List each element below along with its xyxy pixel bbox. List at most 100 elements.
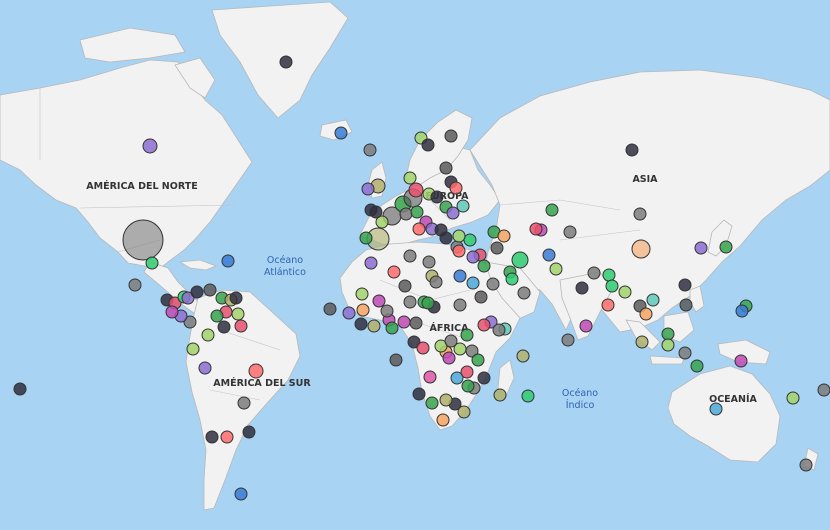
- location-marker[interactable]: [198, 361, 212, 375]
- location-marker[interactable]: [380, 304, 394, 318]
- location-marker[interactable]: [786, 391, 800, 405]
- location-marker[interactable]: [403, 295, 417, 309]
- location-marker[interactable]: [505, 272, 519, 286]
- location-marker[interactable]: [679, 298, 693, 312]
- location-marker[interactable]: [439, 231, 453, 245]
- location-marker[interactable]: [678, 346, 692, 360]
- location-marker[interactable]: [409, 316, 423, 330]
- location-marker[interactable]: [403, 249, 417, 263]
- location-marker[interactable]: [403, 171, 417, 185]
- location-marker[interactable]: [466, 250, 480, 264]
- location-marker[interactable]: [471, 353, 485, 367]
- location-marker[interactable]: [453, 298, 467, 312]
- location-marker[interactable]: [477, 259, 491, 273]
- location-marker[interactable]: [369, 205, 383, 219]
- location-marker[interactable]: [439, 393, 453, 407]
- location-marker[interactable]: [661, 327, 675, 341]
- location-marker[interactable]: [444, 334, 458, 348]
- location-marker[interactable]: [363, 143, 377, 157]
- location-marker[interactable]: [421, 296, 435, 310]
- location-marker[interactable]: [492, 323, 506, 337]
- location-marker[interactable]: [359, 231, 373, 245]
- location-marker[interactable]: [575, 281, 589, 295]
- world-map[interactable]: AMÉRICA DEL NORTE AMÉRICA DEL SUR EUROPA…: [0, 0, 830, 530]
- location-marker[interactable]: [234, 319, 248, 333]
- location-marker[interactable]: [646, 293, 660, 307]
- location-marker[interactable]: [545, 203, 559, 217]
- location-marker[interactable]: [323, 302, 337, 316]
- location-marker[interactable]: [579, 319, 593, 333]
- map-canvas[interactable]: AMÉRICA DEL NORTE AMÉRICA DEL SUR EUROPA…: [0, 0, 830, 530]
- location-marker[interactable]: [460, 328, 474, 342]
- location-marker[interactable]: [521, 389, 535, 403]
- location-marker[interactable]: [460, 365, 474, 379]
- location-marker[interactable]: [205, 430, 219, 444]
- location-marker[interactable]: [399, 207, 413, 221]
- location-marker[interactable]: [221, 254, 235, 268]
- location-marker[interactable]: [408, 182, 424, 198]
- location-marker[interactable]: [354, 317, 368, 331]
- location-marker[interactable]: [421, 138, 435, 152]
- location-marker[interactable]: [229, 291, 243, 305]
- location-marker[interactable]: [364, 256, 378, 270]
- location-marker[interactable]: [449, 181, 463, 195]
- location-marker[interactable]: [452, 244, 466, 258]
- location-marker[interactable]: [466, 276, 480, 290]
- location-marker[interactable]: [429, 275, 443, 289]
- location-marker[interactable]: [511, 251, 529, 269]
- location-marker[interactable]: [385, 321, 399, 335]
- location-marker[interactable]: [422, 255, 436, 269]
- location-marker[interactable]: [436, 413, 450, 427]
- location-marker[interactable]: [217, 320, 231, 334]
- location-marker[interactable]: [678, 278, 692, 292]
- location-marker[interactable]: [165, 305, 179, 319]
- location-marker[interactable]: [561, 333, 575, 347]
- location-marker[interactable]: [477, 318, 491, 332]
- location-marker[interactable]: [142, 138, 158, 154]
- location-marker[interactable]: [201, 328, 215, 342]
- location-marker[interactable]: [799, 458, 813, 472]
- location-marker[interactable]: [279, 55, 293, 69]
- location-marker[interactable]: [122, 219, 164, 261]
- location-marker[interactable]: [430, 190, 444, 204]
- location-marker[interactable]: [334, 126, 348, 140]
- location-marker[interactable]: [456, 199, 470, 213]
- location-marker[interactable]: [355, 287, 369, 301]
- location-marker[interactable]: [356, 303, 370, 317]
- location-marker[interactable]: [439, 161, 453, 175]
- location-marker[interactable]: [631, 239, 651, 259]
- location-marker[interactable]: [372, 294, 386, 308]
- location-marker[interactable]: [242, 425, 256, 439]
- location-marker[interactable]: [423, 370, 437, 384]
- location-marker[interactable]: [410, 205, 424, 219]
- location-marker[interactable]: [497, 229, 511, 243]
- location-marker[interactable]: [493, 388, 507, 402]
- location-marker[interactable]: [474, 290, 488, 304]
- location-marker[interactable]: [398, 279, 412, 293]
- location-marker[interactable]: [517, 286, 531, 300]
- location-marker[interactable]: [361, 182, 375, 196]
- location-marker[interactable]: [248, 363, 264, 379]
- location-marker[interactable]: [203, 283, 217, 297]
- location-marker[interactable]: [639, 307, 653, 321]
- location-marker[interactable]: [563, 225, 577, 239]
- location-marker[interactable]: [397, 315, 411, 329]
- location-marker[interactable]: [342, 306, 356, 320]
- location-marker[interactable]: [719, 240, 733, 254]
- location-marker[interactable]: [486, 277, 500, 291]
- location-marker[interactable]: [13, 382, 27, 396]
- location-marker[interactable]: [602, 268, 616, 282]
- location-marker[interactable]: [190, 285, 204, 299]
- location-marker[interactable]: [587, 266, 601, 280]
- location-marker[interactable]: [618, 285, 632, 299]
- location-marker[interactable]: [412, 222, 426, 236]
- location-marker[interactable]: [635, 335, 649, 349]
- location-marker[interactable]: [234, 487, 248, 501]
- location-marker[interactable]: [735, 304, 749, 318]
- location-marker[interactable]: [145, 256, 159, 270]
- location-marker[interactable]: [477, 371, 491, 385]
- location-marker[interactable]: [412, 387, 426, 401]
- location-marker[interactable]: [734, 354, 748, 368]
- location-marker[interactable]: [237, 396, 251, 410]
- location-marker[interactable]: [444, 129, 458, 143]
